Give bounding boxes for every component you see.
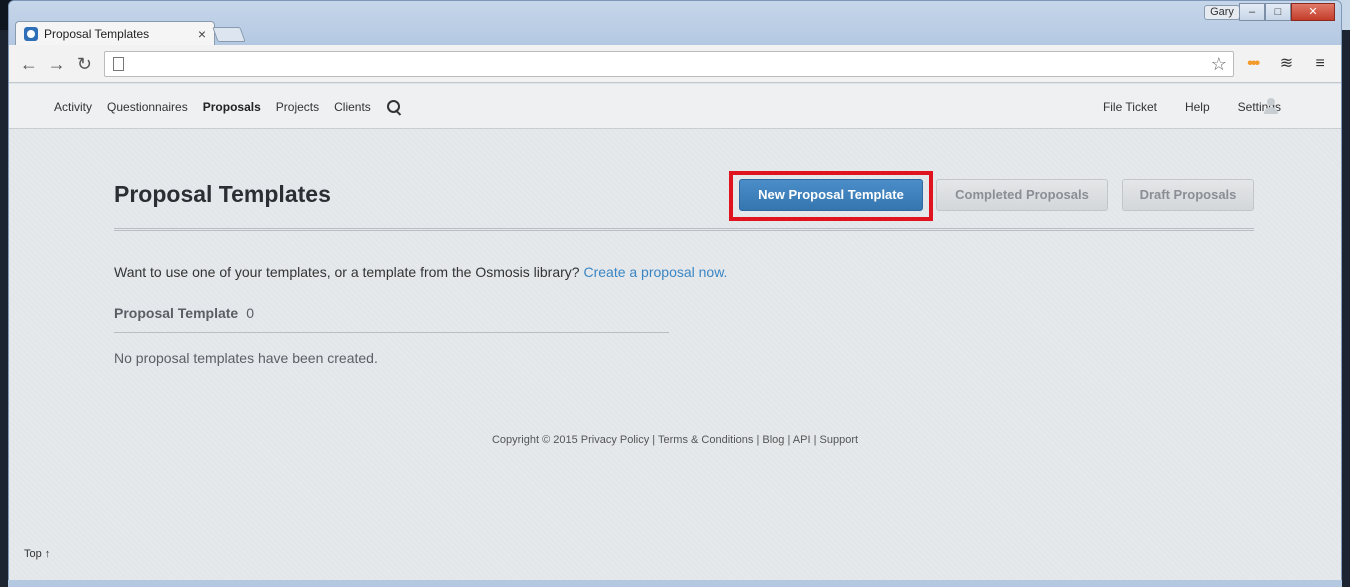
- template-count: 0: [246, 305, 255, 321]
- profile-name[interactable]: Gary: [1204, 5, 1240, 20]
- footer-separator: |: [810, 434, 820, 446]
- app-nav-bar: Activity Questionnaires Proposals Projec…: [9, 84, 1341, 129]
- new-tab-button[interactable]: [212, 27, 246, 42]
- new-proposal-template-button[interactable]: New Proposal Template: [739, 179, 923, 211]
- browser-toolbar: ← → ↻ ☆ ••• ≋ ≡: [9, 45, 1341, 83]
- footer-blog-link[interactable]: Blog: [762, 434, 784, 446]
- intro-message: Want to use one of your templates, or a …: [114, 264, 580, 280]
- forward-button[interactable]: →: [43, 50, 71, 78]
- reload-button[interactable]: ↻: [71, 50, 99, 78]
- extension-dots-icon[interactable]: •••: [1238, 50, 1268, 78]
- nav-activity[interactable]: Activity: [54, 100, 92, 114]
- page-icon: [113, 56, 125, 71]
- nav-help[interactable]: Help: [1185, 100, 1210, 114]
- section-label: Proposal Template: [114, 305, 239, 321]
- footer-terms-link[interactable]: Terms & Conditions: [658, 434, 753, 446]
- buffer-extension-icon[interactable]: ≋: [1272, 50, 1302, 78]
- maximize-button[interactable]: □: [1265, 3, 1291, 21]
- tab-title: Proposal Templates: [44, 27, 150, 41]
- footer-separator: |: [784, 434, 793, 446]
- page-viewport: Activity Questionnaires Proposals Projec…: [9, 84, 1341, 581]
- window-controls: – □ ✕: [1239, 3, 1335, 21]
- draft-proposals-button[interactable]: Draft Proposals: [1122, 179, 1254, 211]
- footer: Copyright © 2015 Privacy Policy | Terms …: [9, 434, 1341, 446]
- nav-projects[interactable]: Projects: [276, 100, 319, 114]
- back-to-top-link[interactable]: Top ↑: [24, 548, 50, 560]
- bookmark-star-icon[interactable]: ☆: [1211, 54, 1227, 75]
- nav-file-ticket[interactable]: File Ticket: [1103, 100, 1157, 114]
- completed-proposals-button[interactable]: Completed Proposals: [936, 179, 1108, 211]
- tab-close-icon[interactable]: ×: [198, 26, 206, 42]
- create-proposal-link[interactable]: Create a proposal now.: [583, 264, 727, 280]
- user-avatar-icon[interactable]: [1263, 97, 1279, 115]
- title-bar: Proposal Templates × Gary – □ ✕: [9, 1, 1341, 46]
- nav-clients[interactable]: Clients: [334, 100, 371, 114]
- title-divider: [114, 228, 1254, 231]
- templates-section-header: Proposal Template 0: [114, 305, 254, 321]
- empty-state-message: No proposal templates have been created.: [114, 350, 378, 366]
- browser-tab[interactable]: Proposal Templates ×: [15, 21, 215, 46]
- nav-questionnaires[interactable]: Questionnaires: [107, 100, 188, 114]
- search-icon[interactable]: [386, 99, 402, 115]
- copyright-text: Copyright © 2015: [491, 434, 578, 446]
- minimize-button[interactable]: –: [1239, 3, 1265, 21]
- back-button[interactable]: ←: [15, 50, 43, 78]
- window-bottom-edge: [8, 580, 1342, 587]
- main-nav: Activity Questionnaires Proposals Projec…: [54, 84, 402, 129]
- close-window-button[interactable]: ✕: [1291, 3, 1335, 21]
- intro-text: Want to use one of your templates, or a …: [114, 264, 727, 280]
- footer-support-link[interactable]: Support: [820, 434, 859, 446]
- address-bar[interactable]: ☆: [104, 50, 1234, 77]
- utility-nav: File Ticket Help Settings: [1075, 84, 1281, 129]
- nav-proposals[interactable]: Proposals: [203, 100, 261, 114]
- page-title: Proposal Templates: [114, 181, 331, 207]
- footer-privacy-link[interactable]: Privacy Policy: [581, 434, 649, 446]
- section-divider: [114, 332, 669, 333]
- chrome-menu-icon[interactable]: ≡: [1305, 50, 1335, 78]
- footer-api-link[interactable]: API: [793, 434, 811, 446]
- favicon-icon: [24, 27, 38, 41]
- footer-separator: |: [649, 434, 659, 446]
- browser-window: Proposal Templates × Gary – □ ✕ ← → ↻ ☆ …: [8, 0, 1342, 582]
